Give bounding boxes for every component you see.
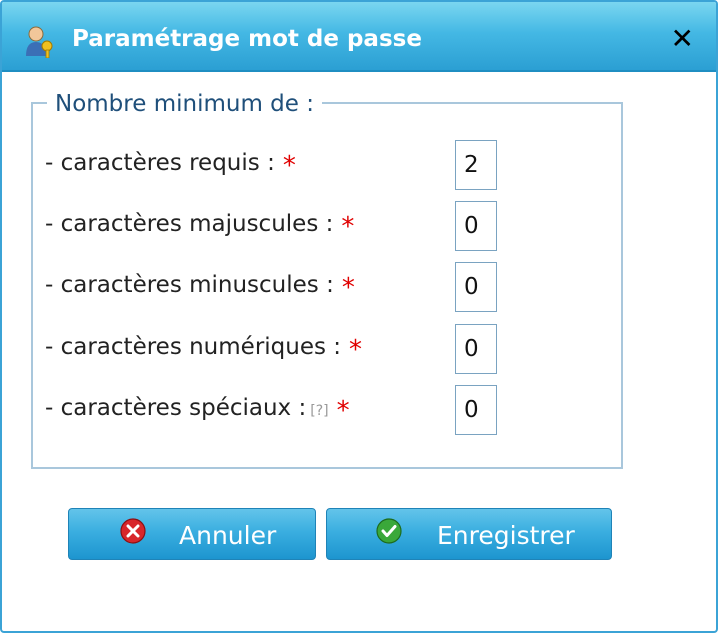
cancel-icon: [120, 518, 146, 544]
user-key-icon: [26, 26, 53, 58]
close-icon[interactable]: ✕: [671, 22, 694, 56]
cancel-label: Annuler: [179, 521, 277, 550]
row-required-chars: - caractères requis : *: [45, 140, 605, 190]
row-label: - caractères minuscules :: [45, 272, 334, 298]
dialog-title: Paramétrage mot de passe: [72, 26, 422, 52]
required-marker: *: [349, 335, 363, 365]
required-chars-input[interactable]: [455, 140, 497, 190]
row-lowercase-chars: - caractères minuscules : *: [45, 262, 605, 312]
required-marker: *: [341, 273, 355, 303]
required-marker: *: [282, 151, 296, 181]
required-marker: *: [341, 212, 355, 242]
row-label: - caractères spéciaux :: [45, 395, 307, 421]
fieldset-legend: Nombre minimum de :: [47, 90, 322, 118]
password-settings-dialog: Paramétrage mot de passe ✕ Nombre minimu…: [0, 0, 718, 633]
row-label: - caractères majuscules :: [45, 211, 334, 237]
minimum-count-fieldset: Nombre minimum de : - caractères requis …: [31, 90, 623, 469]
cancel-button[interactable]: Annuler: [68, 508, 316, 560]
row-special-chars: - caractères spéciaux : [?] *: [45, 385, 605, 435]
numeric-chars-input[interactable]: [455, 324, 497, 374]
dialog-titlebar: Paramétrage mot de passe ✕: [2, 2, 716, 72]
uppercase-chars-input[interactable]: [455, 201, 497, 251]
check-icon: [376, 518, 402, 544]
help-link[interactable]: [?]: [310, 403, 328, 419]
save-label: Enregistrer: [437, 521, 575, 550]
required-marker: *: [336, 396, 350, 426]
row-numeric-chars: - caractères numériques : *: [45, 324, 605, 374]
lowercase-chars-input[interactable]: [455, 262, 497, 312]
special-chars-input[interactable]: [455, 385, 497, 435]
save-button[interactable]: Enregistrer: [326, 508, 612, 560]
row-label: - caractères requis :: [45, 150, 275, 176]
row-uppercase-chars: - caractères majuscules : *: [45, 201, 605, 251]
row-label: - caractères numériques :: [45, 334, 342, 360]
